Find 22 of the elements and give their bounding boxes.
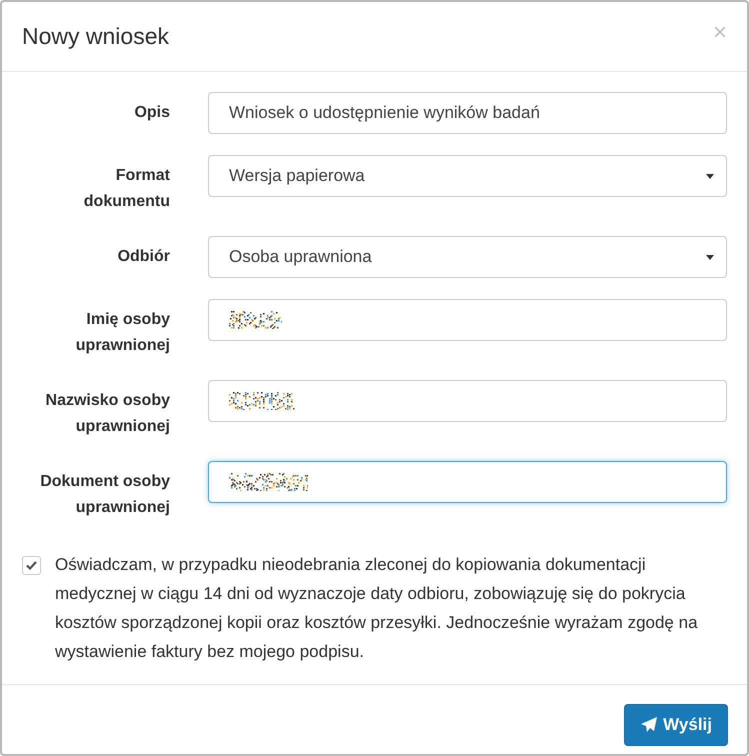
field-label: Format dokumentu	[82, 166, 170, 212]
input-field[interactable]: Wniosek o udostępnienie wyników badań	[208, 92, 727, 134]
consent-text: Oświadczam, w przypadku nieodebrania zleconej do kopiowania dokumentacji medycznej w ciągu 14 dni od wyznaczoje daty odbioru, zobowiązuję się do pokrycia kosztów sporządzonej kopii oraz kosztów przesyłki. Jednocześnie wyrażam zgodę na wystawienie faktury bez mojego podpisu.	[55, 554, 699, 663]
caret-icon	[706, 174, 714, 178]
select-field[interactable]: Wersja papierowa	[208, 155, 727, 197]
field-label: Imię osoby uprawnionej	[74, 310, 170, 356]
redacted-text-drawing	[229, 392, 295, 410]
redacted-text-drawing	[229, 311, 282, 329]
check-icon	[26, 561, 37, 570]
field-label: Dokument osoby uprawnionej	[39, 472, 170, 518]
caret-icon	[706, 254, 714, 260]
field-label: Opis	[133, 103, 170, 123]
field-label: Odbiór	[116, 247, 170, 267]
input-field[interactable]	[208, 299, 727, 341]
send-icon	[640, 716, 658, 734]
input-field[interactable]	[208, 461, 727, 503]
input-field[interactable]	[208, 380, 727, 422]
dialog-title: Nowy wniosek	[22, 23, 169, 50]
send-button[interactable]: Wyślij	[624, 704, 728, 746]
checkbox[interactable]	[22, 556, 41, 575]
select-field[interactable]: Osoba uprawniona	[208, 236, 727, 278]
field-label: Nazwisko osoby uprawnionej	[44, 391, 170, 437]
